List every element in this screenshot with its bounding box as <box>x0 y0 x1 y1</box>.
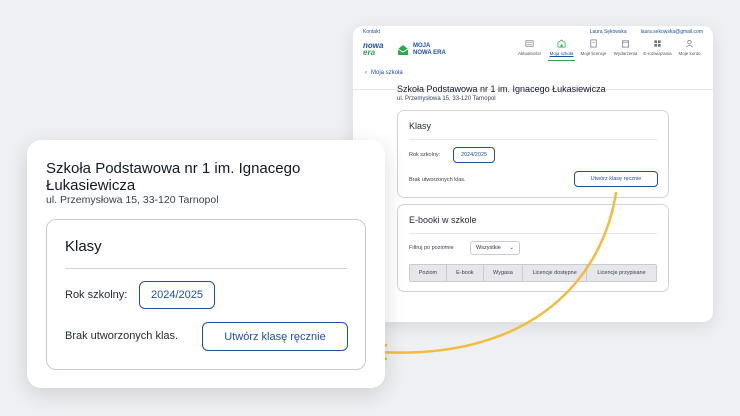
zoom-create-class-button[interactable]: Utwórz klasę ręcznie <box>202 322 348 351</box>
zoom-classes-card: Klasy Rok szkolny: 2024/2025 Brak utworz… <box>46 219 366 370</box>
zoomed-detail-card: Szkoła Podstawowa nr 1 im. Ignacego Łuka… <box>27 140 385 388</box>
zoom-school-address: ul. Przemysłowa 15, 33-120 Tarnopol <box>46 194 219 206</box>
zoom-school-name: Szkoła Podstawowa nr 1 im. Ignacego Łuka… <box>46 160 301 194</box>
zoom-school-year-selector[interactable]: 2024/2025 <box>139 281 215 309</box>
divider <box>65 268 347 269</box>
zoom-classes-title: Klasy <box>65 238 102 255</box>
zoom-no-classes-text: Brak utworzonych klas. <box>65 330 179 342</box>
zoom-school-year-label: Rok szkolny: <box>65 289 128 301</box>
